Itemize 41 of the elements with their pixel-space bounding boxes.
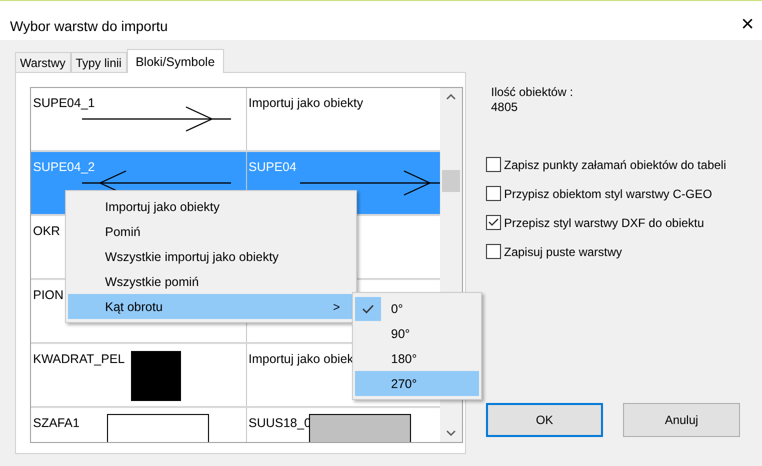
scroll-thumb[interactable] [442, 170, 460, 192]
checkbox-label: Przypisz obiektom styl warstwy C-GEO [504, 186, 712, 200]
table-cell: SZAFA1 [33, 416, 80, 430]
table-cell: SUPE04_1 [33, 96, 95, 110]
ok-button[interactable]: OK [486, 403, 603, 437]
menu-item[interactable]: 270° [355, 371, 479, 396]
table-cell: SUUS18_0 [248, 416, 312, 430]
checkbox-label: Zapisz punkty załamań obiektów do tabeli [504, 158, 726, 172]
table-cell: Importuj jako obiekty [248, 96, 364, 110]
checkbox[interactable] [486, 215, 501, 230]
menu-item[interactable]: Kąt obrotu > [68, 294, 354, 319]
cancel-button[interactable]: Anuluj [623, 403, 740, 437]
scroll-up-icon [446, 94, 456, 100]
tab[interactable]: Typy linii [70, 52, 127, 72]
submenu-arrow: > [332, 300, 340, 314]
checkbox-label: Przepisz styl warstwy DXF do obiektu [504, 216, 704, 230]
table-cell: SUPE04 [248, 160, 296, 174]
count-label: Ilość obiektów : [491, 85, 574, 100]
menu-item[interactable]: Importuj jako obiekty [68, 194, 354, 219]
checkbox-label: Zapisuj puste warstwy [504, 244, 622, 258]
scroll-down-icon [446, 430, 456, 436]
menu-item[interactable]: Pomiń [68, 219, 354, 244]
table-cell: SUPE04_2 [33, 160, 95, 174]
table-cell: KWADRAT_PEL [33, 352, 125, 366]
count-value: 4805 [491, 100, 518, 115]
table-cell: PION [33, 288, 64, 302]
menu-item[interactable]: Wszystkie importuj jako obiekty [68, 244, 354, 269]
menu-item[interactable]: 180° [355, 346, 479, 371]
table-cell: OKR [33, 224, 60, 238]
close-button[interactable]: × [741, 14, 754, 34]
menu-item[interactable]: Wszystkie pomiń [68, 269, 354, 294]
table-cell: Importuj jako obiek [248, 352, 354, 366]
window-title: Wybor warstw do importu [10, 18, 168, 34]
checkbox[interactable] [486, 186, 501, 201]
square-symbol [131, 351, 181, 401]
checkbox[interactable] [486, 157, 501, 172]
tab[interactable]: Bloki/Symbole [126, 49, 224, 73]
tab[interactable]: Warstwy [15, 52, 71, 72]
menu-item[interactable]: 0° [355, 296, 479, 321]
checkbox[interactable] [486, 244, 501, 259]
menu-item[interactable]: 90° [355, 321, 479, 346]
